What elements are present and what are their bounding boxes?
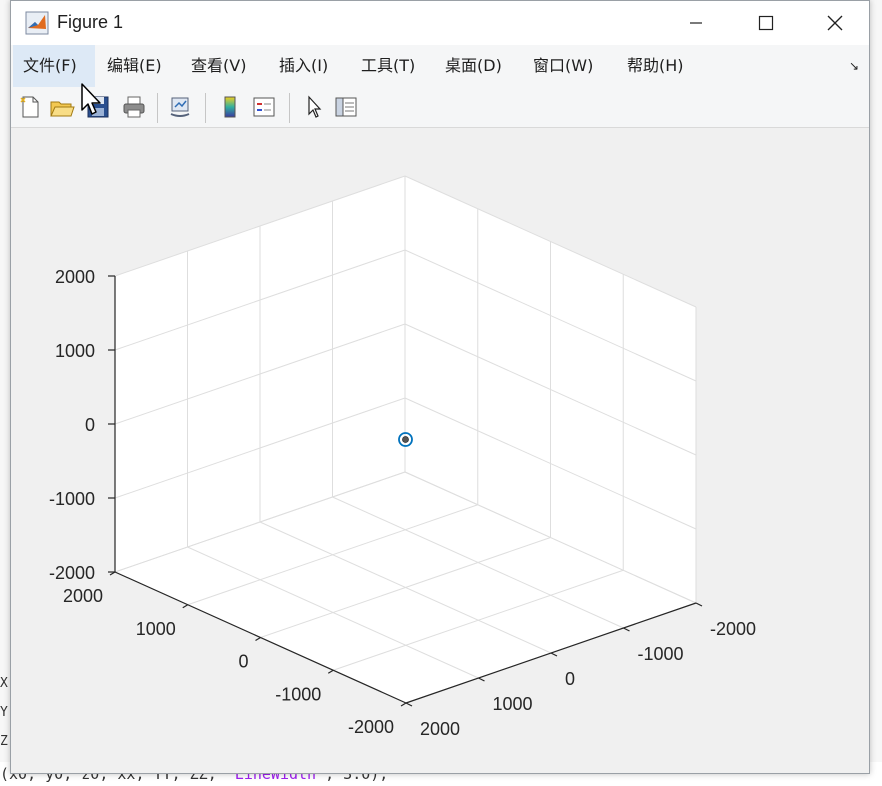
editor-fragment: Y [0,705,8,720]
menu-overflow-icon[interactable]: ↘ [849,59,859,73]
y-tick [400,702,407,707]
menu-view[interactable]: 查看(V) [181,45,256,87]
y-tick-label: 0 [238,652,248,672]
figure-canvas[interactable]: -2000 2000 -2000 -1000 1000 -1000 0 0 0 1000 -1000… [11,128,869,773]
new-figure-icon[interactable] [17,94,43,120]
editor-right-strip [870,0,882,786]
menu-desktop[interactable]: 桌面(D) [435,45,512,87]
y-tick-label: -1000 [275,684,321,704]
menu-edit[interactable]: 编辑(E) [97,45,172,87]
matlab-logo-icon [25,11,49,35]
minimize-button[interactable] [661,1,731,45]
edit-plot-icon[interactable] [301,94,327,120]
toolbar-separator [205,93,206,123]
3d-axes[interactable]: -2000 2000 -2000 -1000 1000 -1000 0 0 0 1000 -1000… [11,128,869,773]
menu-insert[interactable]: 插入(I) [269,45,338,87]
z-tick-label: 0 [85,415,95,435]
figure-window: Figure 1 文件(F) 编辑(E) 查看(V) 插入(I) 工具(T) 桌… [10,0,870,774]
y-tick [182,604,189,609]
x-tick [623,627,630,632]
menu-file[interactable]: 文件(F) [13,45,95,87]
x-tick [550,652,558,657]
figure-toolbar [11,87,869,128]
property-inspector-icon[interactable] [333,94,359,120]
x-tick-label: 0 [565,669,575,689]
y-tick-label: 2000 [63,586,103,606]
x-tick-label: -2000 [710,619,756,639]
editor-fragment: Z [0,734,8,749]
toolbar-separator [289,93,290,123]
z-tick-label: -2000 [49,563,95,583]
minimize-icon [690,22,702,24]
data-point-marker [402,436,409,443]
z-tick-label: -1000 [49,489,95,509]
y-tick-label: 1000 [136,619,176,639]
menu-help[interactable]: 帮助(H) [617,45,694,87]
x-tick [695,602,703,607]
open-file-icon[interactable] [49,94,75,120]
menu-bar: 文件(F) 编辑(E) 查看(V) 插入(I) 工具(T) 桌面(D) 窗口(W… [11,45,869,87]
insert-colorbar-icon[interactable] [217,94,243,120]
y-tick [255,636,261,642]
mouse-cursor-icon [81,83,101,115]
editor-fragment: X [0,676,8,691]
maximize-button[interactable] [731,1,801,45]
title-bar[interactable]: Figure 1 [11,1,869,45]
x-tick-label: -1000 [638,644,684,664]
insert-legend-icon[interactable] [251,94,277,120]
menu-tools[interactable]: 工具(T) [351,45,425,87]
x-tick [405,702,413,707]
z-tick-label: 1000 [55,341,95,361]
menu-window[interactable]: 窗口(W) [523,45,603,87]
maximize-icon [758,15,774,31]
x-tick-label: 1000 [493,694,533,714]
link-plot-icon[interactable] [167,94,193,120]
close-button[interactable] [800,1,870,45]
toolbar-separator [157,93,158,123]
close-icon [827,15,843,31]
y-tick [327,669,334,674]
window-title: Figure 1 [57,12,124,32]
x-tick [478,677,485,682]
y-tick-label: -2000 [348,717,394,737]
print-icon[interactable] [121,94,147,120]
z-tick-label: 2000 [55,267,95,287]
x-tick-label: 2000 [420,719,460,739]
